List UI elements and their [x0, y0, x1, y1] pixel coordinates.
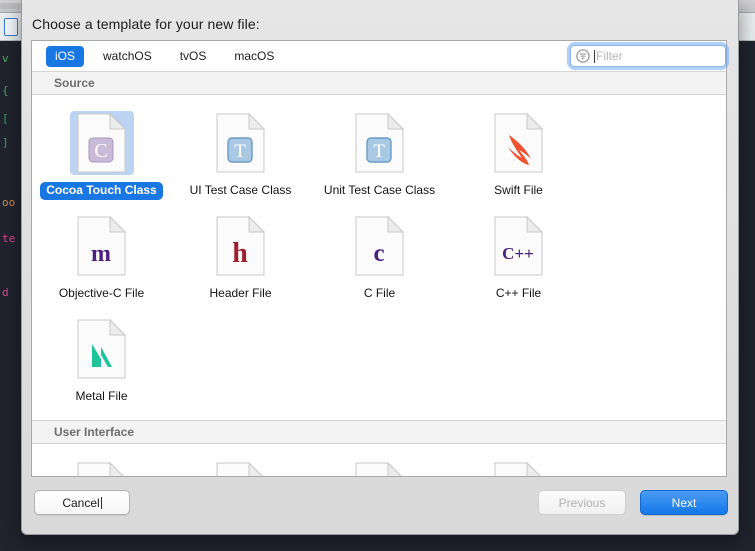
filter-circle-icon[interactable] — [575, 48, 591, 64]
previous-button[interactable]: Previous — [538, 490, 626, 515]
template-panel: iOS watchOS tvOS macOS Source C Cocoa Touch C… — [31, 40, 727, 477]
tab-tvos[interactable]: tvOS — [171, 46, 216, 67]
template-item-header-file[interactable]: h Header File — [171, 208, 310, 311]
section-header-source: Source — [32, 71, 726, 95]
file-c-icon: c — [348, 214, 412, 278]
file-swift-icon — [487, 111, 551, 175]
file-empty-icon — [348, 460, 412, 476]
cancel-button[interactable]: Cancel — [34, 490, 130, 515]
dialog-title: Choose a template for your new file: — [32, 16, 260, 32]
text-caret — [594, 49, 595, 63]
svg-text:C++: C++ — [502, 244, 534, 263]
template-item-launch-screen[interactable]: 1Launch Screen — [449, 454, 588, 476]
template-item-c-file[interactable]: C++ C++ File — [449, 208, 588, 311]
text-caret — [100, 496, 102, 509]
template-item-label: Metal File — [75, 389, 128, 403]
template-item-label: Cocoa Touch Class — [40, 182, 163, 200]
svg-text:h: h — [232, 238, 248, 269]
filter-placeholder: Filter — [596, 49, 623, 63]
svg-text:C: C — [94, 140, 107, 162]
filter-input[interactable]: Filter — [570, 45, 726, 67]
section-header-user-interface: User Interface — [32, 420, 726, 444]
template-sections: Source C Cocoa Touch Class T UI Test Case Cl… — [32, 71, 726, 476]
template-item-label: UI Test Case Class — [189, 183, 292, 197]
template-item-label: Swift File — [494, 183, 543, 197]
svg-text:m: m — [91, 241, 111, 267]
file-ui-test-case-class-icon: T — [209, 111, 273, 175]
template-item-ui-test-case-class[interactable]: T UI Test Case Class — [171, 105, 310, 208]
screen: v{[] oo te d Choose a template for your new… — [0, 0, 755, 551]
template-chooser-dialog: Choose a template for your new file: iOS… — [21, 0, 739, 535]
template-item-empty[interactable]: Empty — [310, 454, 449, 476]
file-launch-screen-icon: 1 — [487, 460, 551, 476]
cancel-button-label: Cancel — [62, 495, 100, 510]
file-icon — [4, 18, 18, 36]
template-grid: C Cocoa Touch Class T UI Test Case Class T Un… — [32, 95, 726, 420]
file-view-icon — [209, 460, 273, 476]
template-item-view[interactable]: View — [171, 454, 310, 476]
template-item-label: Objective-C File — [58, 286, 145, 300]
svg-text:c: c — [373, 240, 384, 267]
svg-text:T: T — [373, 141, 385, 162]
tab-macos[interactable]: macOS — [225, 46, 283, 67]
template-item-swift-file[interactable]: Swift File — [449, 105, 588, 208]
filter-field-focus-ring: Filter — [570, 45, 726, 67]
previous-button-label: Previous — [558, 495, 606, 510]
file-objective-c-icon: m — [70, 214, 134, 278]
tab-watchos[interactable]: watchOS — [94, 46, 161, 67]
tab-ios[interactable]: iOS — [46, 45, 85, 67]
template-item-objective-c-file[interactable]: m Objective-C File — [32, 208, 171, 311]
next-button-label: Next — [671, 495, 697, 510]
template-item-label: C File — [363, 286, 396, 300]
next-button[interactable]: Next — [640, 490, 728, 515]
template-item-storyboard[interactable]: Storyboard — [32, 454, 171, 476]
template-item-unit-test-case-class[interactable]: T Unit Test Case Class — [310, 105, 449, 208]
file-cocoa-touch-class-icon: C — [69, 111, 134, 175]
file-unit-test-case-class-icon: T — [348, 111, 412, 175]
template-grid: StoryboardViewEmpty1Launch Screen — [32, 444, 726, 476]
svg-text:T: T — [234, 141, 246, 162]
file-storyboard-icon — [70, 460, 134, 476]
template-item-c-file[interactable]: c C File — [310, 208, 449, 311]
file-header-icon: h — [209, 214, 273, 278]
file-cpp-icon: C++ — [487, 214, 551, 278]
template-item-label: C++ File — [495, 286, 542, 300]
template-item-cocoa-touch-class[interactable]: C Cocoa Touch Class — [32, 105, 171, 208]
template-item-metal-file[interactable]: Metal File — [32, 311, 171, 414]
template-item-label: Unit Test Case Class — [323, 183, 436, 197]
template-item-label: Header File — [209, 286, 272, 300]
file-metal-icon — [70, 317, 134, 381]
